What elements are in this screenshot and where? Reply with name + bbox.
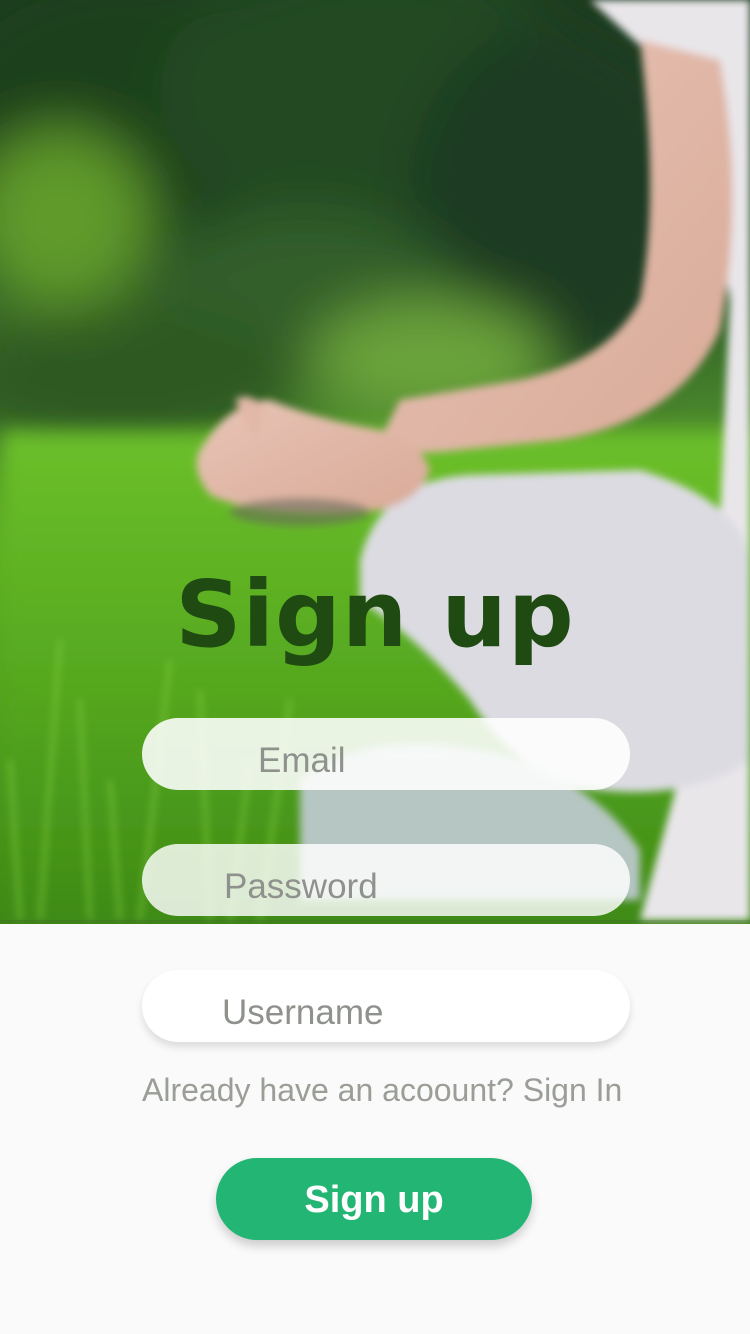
email-field-container xyxy=(142,718,630,790)
username-field[interactable] xyxy=(142,970,630,1042)
password-field[interactable] xyxy=(142,844,630,916)
password-field-container xyxy=(142,844,630,916)
username-field-container xyxy=(142,970,630,1042)
page-title: Sign up xyxy=(175,561,575,668)
email-field[interactable] xyxy=(142,718,630,790)
signin-link[interactable]: Already have an acoount? Sign In xyxy=(142,1072,662,1109)
signup-screen: Sign up Already have an acoount? Sign In… xyxy=(0,0,750,1334)
hero-edge xyxy=(0,920,750,924)
signup-button[interactable]: Sign up xyxy=(216,1158,532,1240)
